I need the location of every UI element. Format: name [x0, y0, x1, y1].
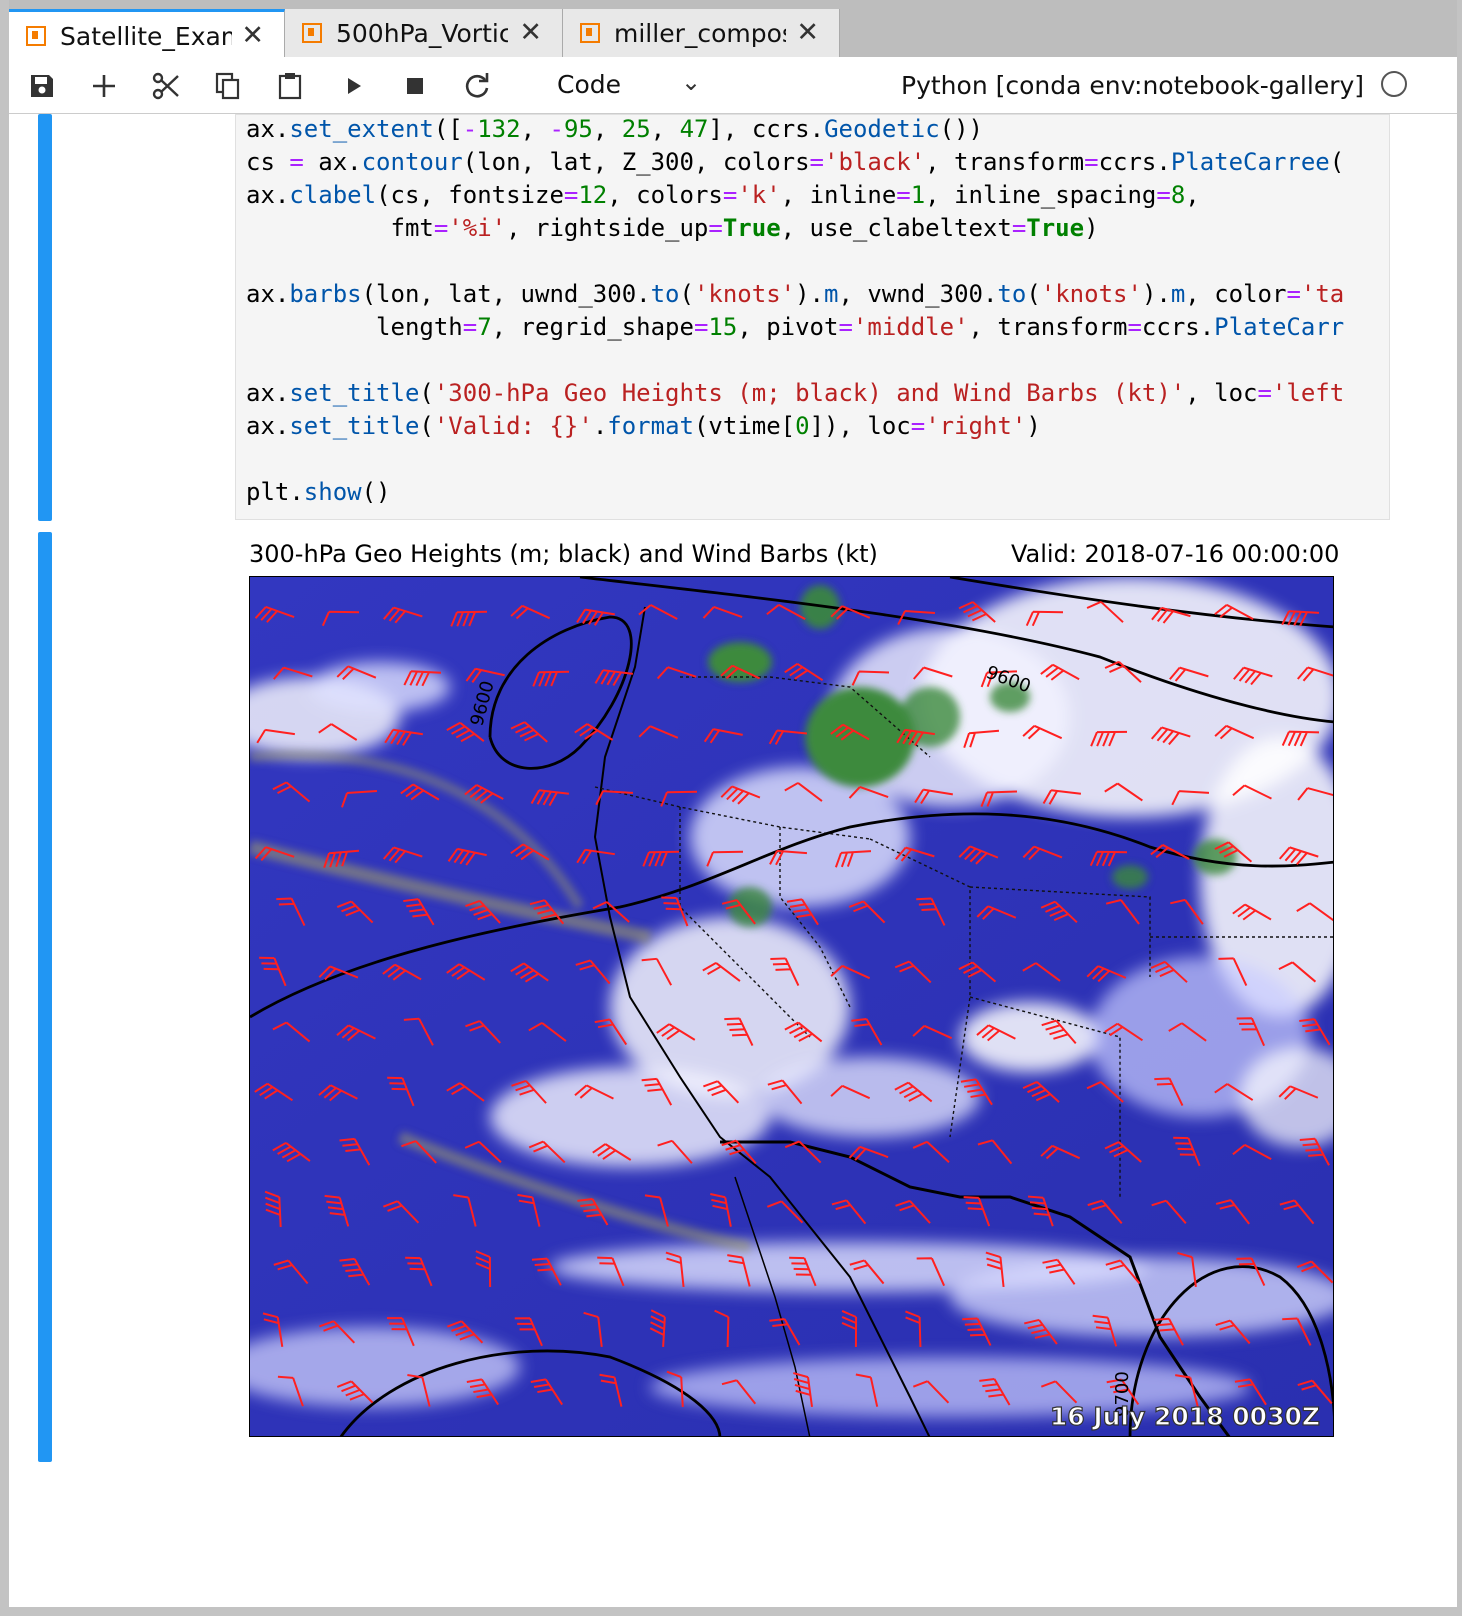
- notebook-toolbar: Code ⌄ Python [conda env:notebook-galler…: [9, 57, 1457, 114]
- code-line: ax.set_title('Valid: {}'.format(vtime[0]…: [246, 412, 1041, 440]
- chevron-down-icon: ⌄: [681, 68, 702, 96]
- code-line: cs = ax.contour(lon, lat, Z_300, colors=…: [246, 148, 1345, 176]
- kernel-name[interactable]: Python [conda env:notebook-gallery]: [901, 71, 1364, 100]
- close-icon[interactable]: ✕: [519, 17, 542, 48]
- paste-icon[interactable]: [275, 71, 305, 101]
- code-line: length=7, regrid_shape=15, pivot='middle…: [246, 313, 1345, 341]
- figure-title-left: 300-hPa Geo Heights (m; black) and Wind …: [249, 540, 878, 568]
- code-line: ax.clabel(cs, fontsize=12, colors='k', i…: [246, 181, 1200, 209]
- run-icon[interactable]: [339, 71, 369, 101]
- map-canvas: 9600 9600 9700 16 July 2018 0030Z: [250, 577, 1333, 1436]
- copy-icon[interactable]: [213, 71, 243, 101]
- close-icon[interactable]: ✕: [796, 17, 819, 48]
- stop-icon[interactable]: [400, 71, 430, 101]
- figure-title-right: Valid: 2018-07-16 00:00:00: [1011, 540, 1340, 568]
- cell-collapser-input[interactable]: [38, 114, 52, 521]
- tab-satellite-example[interactable]: Satellite_Examp ✕: [9, 9, 285, 57]
- code-line: ax.set_title('300-hPa Geo Heights (m; bl…: [246, 379, 1345, 407]
- code-line: ax.barbs(lon, lat, uwnd_300.to('knots').…: [246, 280, 1345, 308]
- code-line: plt.show(): [246, 478, 391, 506]
- tab-label: Satellite_Examp: [60, 22, 232, 51]
- add-cell-icon[interactable]: [89, 71, 119, 101]
- satellite-map: 9600 9600 9700 16 July 2018 0030Z: [249, 576, 1334, 1437]
- cut-icon[interactable]: [151, 71, 181, 101]
- save-icon[interactable]: [27, 71, 57, 101]
- close-icon[interactable]: ✕: [241, 20, 264, 51]
- tab-label: miller_composi: [614, 19, 786, 48]
- cell-collapser-output[interactable]: [38, 532, 52, 1462]
- code-line: ax.set_extent([-132, -95, 25, 47], ccrs.…: [246, 115, 984, 143]
- tab-500hpa-vorticity[interactable]: 500hPa_Vortic ✕: [285, 9, 563, 57]
- cell-type-label: Code: [557, 70, 622, 99]
- code-cell-input[interactable]: ax.set_extent([-132, -95, 25, 47], ccrs.…: [235, 114, 1390, 520]
- cell-type-select[interactable]: Code ⌄: [557, 68, 717, 99]
- satellite-timestamp: 16 July 2018 0030Z: [1050, 1402, 1320, 1431]
- code-line: fmt='%i', rightside_up=True, use_clabelt…: [246, 214, 1099, 242]
- notebook-icon: [302, 23, 322, 43]
- kernel-status-icon: [1381, 71, 1407, 97]
- tab-label: 500hPa_Vortic: [336, 19, 508, 48]
- tab-miller-composite[interactable]: miller_composi ✕: [563, 9, 840, 57]
- notebook-icon: [580, 23, 600, 43]
- restart-icon[interactable]: [462, 71, 492, 101]
- tab-bar: Satellite_Examp ✕ 500hPa_Vortic ✕ miller…: [9, 0, 1457, 57]
- notebook-window: Satellite_Examp ✕ 500hPa_Vortic ✕ miller…: [9, 0, 1457, 1607]
- notebook-icon: [26, 26, 46, 46]
